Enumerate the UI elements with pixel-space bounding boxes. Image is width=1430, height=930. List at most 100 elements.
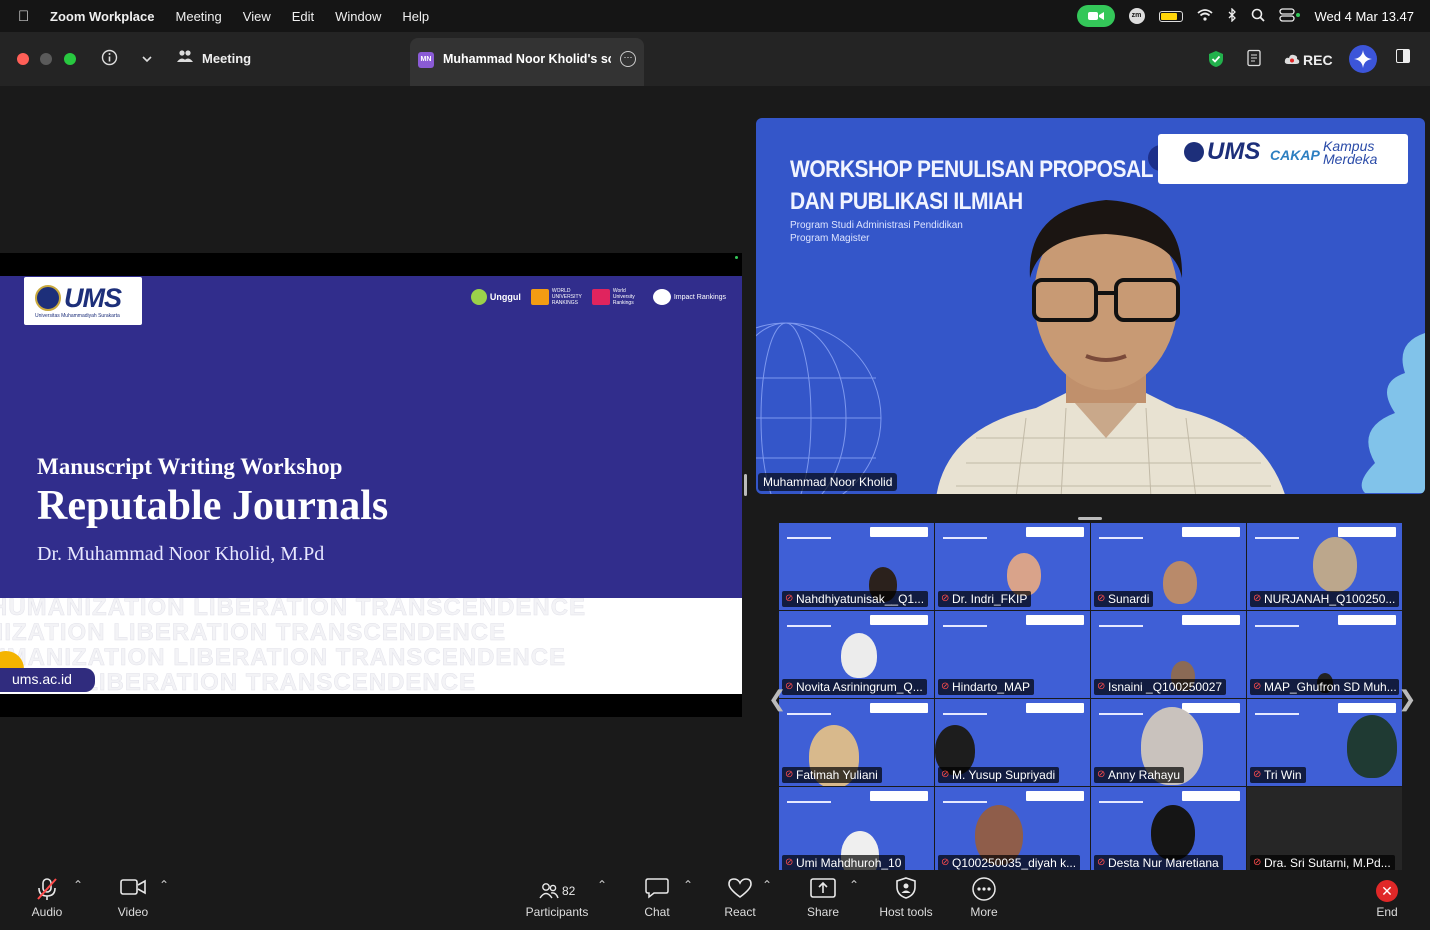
participant-name: Dr. Indri_FKIP	[938, 591, 1032, 607]
video-button[interactable]: Video	[114, 877, 152, 919]
menu-edit[interactable]: Edit	[292, 9, 314, 24]
speaker-person	[936, 200, 1285, 494]
participants-button[interactable]: 82 Participants	[522, 877, 592, 919]
participant-video	[1347, 715, 1397, 778]
tile-banner-line	[1255, 713, 1299, 715]
participant-tile[interactable]: ⊘ Anny Rahayu	[1091, 699, 1246, 786]
participant-tile[interactable]: ⊘ Dra. Sri Sutarni, M.Pd...	[1247, 787, 1402, 874]
muted-mic-icon: ⊘	[1097, 769, 1106, 780]
participant-tile[interactable]: ⊘ M. Yusup Supriyadi	[935, 699, 1090, 786]
zoom-window:  Zoom Workplace Meeting View Edit Windo…	[0, 0, 1430, 930]
participant-tile[interactable]: ⊘ Desta Nur Maretiana	[1091, 787, 1246, 874]
participant-tile[interactable]: ⊘ Nahdhiyatunisak__Q1...	[779, 523, 934, 610]
slide-presenter: Dr. Muhammad Noor Kholid, M.Pd	[37, 543, 325, 565]
wave-graphic	[1361, 333, 1425, 493]
participant-tile[interactable]: ⊘ Hindarto_MAP	[935, 611, 1090, 698]
end-button[interactable]: ✕ End	[1372, 877, 1402, 919]
tab-avatar: MN	[418, 52, 434, 68]
close-window-button[interactable]	[17, 53, 29, 65]
more-button[interactable]: More	[966, 877, 1002, 919]
tile-logo	[1182, 703, 1240, 713]
speaker-name-tag: Muhammad Noor Kholid	[758, 473, 898, 491]
meeting-label[interactable]: Meeting	[202, 51, 251, 66]
ai-companion-icon[interactable]	[1348, 44, 1378, 78]
zoom-status-icon[interactable]: zm	[1128, 8, 1145, 24]
tile-logo	[870, 615, 928, 625]
chevron-down-icon[interactable]	[141, 51, 153, 68]
participants-count: 82	[561, 883, 576, 898]
participant-tile[interactable]: ⊘ Q100250035_diyah k...	[935, 787, 1090, 874]
participant-tile[interactable]: ⊘ Novita Asriningrum_Q...	[779, 611, 934, 698]
tile-banner-line	[1255, 537, 1299, 539]
search-icon[interactable]	[1251, 8, 1265, 25]
zoom-window-button[interactable]	[64, 53, 76, 65]
camera-in-use-icon[interactable]	[1076, 5, 1115, 27]
gallery-next-icon[interactable]: ❯	[1398, 686, 1416, 712]
participant-tile[interactable]: ⊘ NURJANAH_Q100250...	[1247, 523, 1402, 610]
participant-tile[interactable]: ⊘ Isnaini _Q100250027	[1091, 611, 1246, 698]
wifi-icon[interactable]	[1196, 8, 1213, 24]
apple-icon[interactable]: 	[18, 8, 36, 25]
chat-button[interactable]: Chat	[638, 877, 676, 919]
active-speaker-video[interactable]: WORKSHOP PENULISAN PROPOSAL RISET DAN PU…	[756, 118, 1425, 494]
react-options-icon[interactable]: ⌃	[762, 878, 772, 892]
badge-unggul: Unggul	[470, 289, 521, 305]
split-resize-handle[interactable]	[744, 474, 747, 496]
menu-view[interactable]: View	[243, 9, 271, 24]
tile-logo	[870, 527, 928, 537]
video-options-icon[interactable]: ⌃	[159, 878, 169, 892]
menu-help[interactable]: Help	[402, 9, 429, 24]
gallery-prev-icon[interactable]: ❮	[768, 686, 786, 712]
participant-name: Hindarto_MAP	[938, 679, 1035, 695]
slide-title: Reputable Journals	[37, 483, 389, 529]
participants-options-icon[interactable]: ⌃	[597, 878, 607, 892]
audio-options-icon[interactable]: ⌃	[73, 878, 83, 892]
tile-logo	[1338, 615, 1396, 625]
side-panel-icon[interactable]	[1396, 49, 1410, 67]
ums-logo: UMS Universitas Muhammadiyah Surakarta	[24, 277, 142, 325]
chat-options-icon[interactable]: ⌃	[683, 878, 693, 892]
security-shield-icon[interactable]	[1208, 50, 1224, 72]
audio-button[interactable]: Audio	[28, 877, 66, 919]
bluetooth-icon[interactable]	[1227, 6, 1237, 25]
control-center-icon[interactable]	[1278, 7, 1301, 25]
info-icon[interactable]	[101, 49, 118, 70]
minimize-window-button[interactable]	[40, 53, 52, 65]
muted-mic-icon: ⊘	[785, 593, 794, 604]
audio-label: Audio	[31, 905, 63, 919]
tile-logo	[1026, 527, 1084, 537]
menu-clock[interactable]: Wed 4 Mar 13.47	[1315, 9, 1414, 24]
react-button[interactable]: React	[720, 877, 760, 919]
more-options-icon[interactable]: ···	[620, 51, 636, 67]
menu-app-name[interactable]: Zoom Workplace	[50, 9, 155, 24]
shared-screen-view[interactable]: UMS Universitas Muhammadiyah Surakarta U…	[0, 253, 742, 717]
notes-icon[interactable]	[1246, 49, 1264, 71]
tile-logo	[1182, 527, 1240, 537]
tab-shared-screen[interactable]: MN Muhammad Noor Kholid's screen ···	[410, 38, 644, 86]
menu-window[interactable]: Window	[335, 9, 381, 24]
gallery-resize-handle[interactable]	[1078, 517, 1102, 520]
participant-tile[interactable]: ⊘ Umi Mahdhuroh_10	[779, 787, 934, 874]
menu-meeting[interactable]: Meeting	[176, 9, 222, 24]
record-label[interactable]: REC	[1303, 52, 1333, 68]
ums-logo-subtitle: Universitas Muhammadiyah Surakarta	[35, 313, 120, 319]
participant-name: Umi Mahdhuroh_10	[782, 855, 906, 871]
participants-group-icon	[176, 49, 194, 69]
share-button[interactable]: Share	[804, 877, 842, 919]
tile-banner-line	[943, 801, 987, 803]
muted-mic-icon: ⊘	[1253, 857, 1262, 868]
participant-name: Fatimah Yuliani	[782, 767, 882, 783]
host-tools-button[interactable]: Host tools	[874, 877, 938, 919]
participant-tile[interactable]: ⊘ Fatimah Yuliani	[779, 699, 934, 786]
participant-tile[interactable]: ⊘ Dr. Indri_FKIP	[935, 523, 1090, 610]
share-options-icon[interactable]: ⌃	[849, 878, 859, 892]
participant-tile[interactable]: ⊘ Sunardi	[1091, 523, 1246, 610]
share-screen-icon	[804, 877, 842, 903]
participant-tile[interactable]: ⊘ Tri Win	[1247, 699, 1402, 786]
participant-tile[interactable]: ⊘ MAP_Ghufron SD Muh...	[1247, 611, 1402, 698]
tile-banner-line	[787, 713, 831, 715]
participant-video	[1007, 553, 1041, 596]
muted-mic-icon: ⊘	[1253, 593, 1262, 604]
muted-mic-icon: ⊘	[1097, 593, 1106, 604]
battery-icon[interactable]	[1158, 10, 1183, 22]
